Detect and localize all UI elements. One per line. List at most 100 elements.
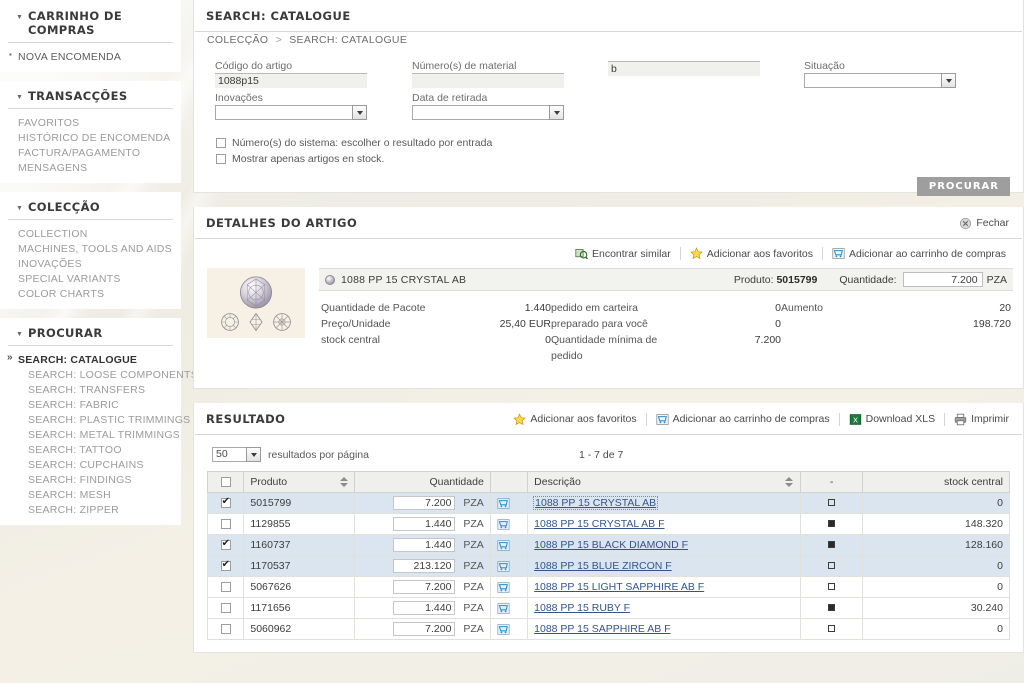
- table-row[interactable]: 1129855 1.440 PZA 1088 PP 15 CRYSTAL AB …: [206, 513, 1010, 535]
- row-descricao-cell[interactable]: 1088 PP 15 RUBY F: [527, 597, 801, 619]
- chevron-down-icon[interactable]: [549, 105, 564, 120]
- download-xls-button[interactable]: X Download XLS: [838, 412, 944, 426]
- chevron-down-icon[interactable]: [352, 105, 367, 120]
- chevron-down-icon[interactable]: [941, 73, 956, 88]
- situacao-select[interactable]: [804, 73, 956, 88]
- close-button[interactable]: Fechar: [950, 217, 1011, 230]
- cart-icon[interactable]: [497, 539, 510, 552]
- row-quantity-input[interactable]: 1.440: [393, 601, 456, 615]
- row-cart-cell[interactable]: [489, 492, 529, 514]
- checkbox-only-in-stock[interactable]: [216, 154, 226, 164]
- row-quantity-input[interactable]: 7.200: [393, 580, 456, 594]
- sort-icon[interactable]: [339, 477, 348, 488]
- row-checkbox[interactable]: [220, 603, 231, 613]
- result-add-to-favorites-button[interactable]: Adicionar aos favoritos: [504, 412, 645, 426]
- row-quantity-input[interactable]: 213.120: [393, 559, 456, 573]
- row-description-link[interactable]: 1088 PP 15 RUBY F: [534, 602, 630, 614]
- row-checkbox[interactable]: [220, 624, 231, 634]
- sidebar-item-factura-pagamento[interactable]: FACTURA/PAGAMENTO: [0, 145, 181, 160]
- row-select-cell[interactable]: [206, 576, 245, 598]
- find-similar-button[interactable]: Encontrar similar: [566, 247, 680, 260]
- article-thumbnail[interactable]: [207, 268, 305, 338]
- row-description-link[interactable]: 1088 PP 15 CRYSTAL AB: [533, 496, 659, 510]
- row-select-cell[interactable]: [206, 555, 245, 577]
- column-header-descricao[interactable]: Descrição: [527, 471, 801, 493]
- sidebar-panel-header[interactable]: ▼ CARRINHO DE COMPRAS: [8, 7, 173, 43]
- row-cart-cell[interactable]: [489, 513, 529, 535]
- sidebar-item-search-cupchains[interactable]: SEARCH: CUPCHAINS: [0, 457, 181, 472]
- sidebar-item-search-transfers[interactable]: SEARCH: TRANSFERS: [0, 382, 181, 397]
- column-header-produto[interactable]: Produto: [243, 471, 356, 493]
- sidebar-item-collection[interactable]: COLLECTION: [0, 226, 181, 241]
- table-row[interactable]: 5015799 7.200 PZA 1088 PP 1: [206, 492, 1010, 514]
- row-checkbox[interactable]: [220, 559, 231, 571]
- row-quantity-input[interactable]: 7.200: [393, 496, 456, 510]
- select-all-checkbox[interactable]: [220, 477, 231, 487]
- sidebar-item-search-metal-trimmings[interactable]: SEARCH: METAL TRIMMINGS: [0, 427, 181, 442]
- checkbox-only-in-stock-row[interactable]: Mostrar apenas artigos en stock.: [216, 153, 1010, 165]
- sidebar-panel-header[interactable]: ▼ COLECÇÃO: [8, 198, 173, 220]
- sort-icon[interactable]: [785, 477, 794, 488]
- sidebar-item-search-catalogue[interactable]: SEARCH: CATALOGUE: [0, 352, 181, 367]
- row-description-link[interactable]: 1088 PP 15 SAPPHIRE AB F: [534, 623, 670, 635]
- row-checkbox[interactable]: [220, 519, 231, 529]
- add-to-favorites-button[interactable]: Adicionar aos favoritos: [679, 247, 822, 260]
- row-checkbox[interactable]: [220, 496, 231, 508]
- material-numbers-input[interactable]: [412, 73, 564, 88]
- row-descricao-cell[interactable]: 1088 PP 15 BLUE ZIRCON F: [527, 555, 801, 577]
- row-checkbox[interactable]: [220, 538, 231, 550]
- procurar-button[interactable]: PROCURAR: [916, 177, 1010, 196]
- breadcrumb-root[interactable]: COLECÇÃO: [207, 34, 268, 46]
- data-retirada-select[interactable]: [412, 105, 564, 120]
- row-select-cell[interactable]: [206, 618, 245, 640]
- sidebar-panel-header[interactable]: ▼ TRANSACÇÕES: [8, 87, 173, 109]
- sidebar-item-color-charts[interactable]: COLOR CHARTS: [0, 286, 181, 301]
- sidebar-panel-header[interactable]: ▼ PROCURAR: [8, 324, 173, 346]
- sidebar-item-search-tattoo[interactable]: SEARCH: TATTOO: [0, 442, 181, 457]
- cart-icon[interactable]: [497, 560, 510, 573]
- column-header-select[interactable]: [206, 471, 245, 493]
- row-descricao-cell[interactable]: 1088 PP 15 BLACK DIAMOND F: [527, 534, 801, 556]
- print-button[interactable]: Imprimir: [944, 412, 1011, 426]
- row-checkbox[interactable]: [220, 582, 231, 592]
- sidebar-item-search-findings[interactable]: SEARCH: FINDINGS: [0, 472, 181, 487]
- sidebar-item-search-zipper[interactable]: SEARCH: ZIPPER: [0, 502, 181, 517]
- row-select-cell[interactable]: [206, 597, 245, 619]
- row-select-cell[interactable]: [206, 492, 245, 514]
- sidebar-item-machines-tools-aids[interactable]: MACHINES, TOOLS AND AIDS: [0, 241, 181, 256]
- row-quantity-input[interactable]: 1.440: [393, 517, 456, 531]
- inovacoes-select[interactable]: [215, 105, 367, 120]
- sidebar-item-nova-encomenda[interactable]: NOVA ENCOMENDA: [0, 49, 181, 64]
- row-descricao-cell[interactable]: 1088 PP 15 SAPPHIRE AB F: [527, 618, 801, 640]
- table-row[interactable]: 1171656 1.440 PZA 1088 PP 15 RUBY F 30.2…: [206, 597, 1010, 619]
- article-code-input[interactable]: [215, 73, 367, 88]
- sidebar-item-search-plastic-trimmings[interactable]: SEARCH: PLASTIC TRIMMINGS: [0, 412, 190, 427]
- sidebar-item-mensagens[interactable]: MENSAGENS: [0, 160, 181, 175]
- row-description-link[interactable]: 1088 PP 15 CRYSTAL AB F: [534, 518, 664, 530]
- row-description-link[interactable]: 1088 PP 15 BLACK DIAMOND F: [534, 539, 688, 551]
- sidebar-item-search-loose-components[interactable]: SEARCH: LOOSE COMPONENTS: [0, 367, 198, 382]
- sidebar-item-special-variants[interactable]: SPECIAL VARIANTS: [0, 271, 181, 286]
- row-descricao-cell[interactable]: 1088 PP 15 CRYSTAL AB F: [527, 513, 801, 535]
- unlabeled-input[interactable]: [608, 61, 760, 76]
- row-quantity-input[interactable]: 1.440: [393, 538, 456, 552]
- results-per-page-select[interactable]: 50: [212, 447, 261, 462]
- add-to-cart-button[interactable]: Adicionar ao carrinho de compras: [822, 247, 1008, 260]
- row-descricao-cell[interactable]: 1088 PP 15 CRYSTAL AB: [527, 492, 801, 514]
- table-row[interactable]: 1160737 1.440 PZA 1088 PP 1: [206, 534, 1010, 556]
- row-cart-cell[interactable]: [489, 576, 529, 598]
- row-cart-cell[interactable]: [489, 597, 529, 619]
- cart-icon[interactable]: [497, 623, 510, 636]
- result-add-to-cart-button[interactable]: Adicionar ao carrinho de compras: [645, 412, 839, 426]
- checkbox-system-numbers[interactable]: [216, 138, 226, 148]
- table-row[interactable]: 1170537 213.120 PZA 1088 PP: [206, 555, 1010, 577]
- row-description-link[interactable]: 1088 PP 15 LIGHT SAPPHIRE AB F: [534, 581, 704, 593]
- sidebar-item-inovacoes[interactable]: INOVAÇÕES: [0, 256, 181, 271]
- checkbox-system-numbers-row[interactable]: Número(s) do sistema: escolher o resulta…: [216, 137, 1010, 149]
- cart-icon[interactable]: [497, 518, 510, 531]
- row-select-cell[interactable]: [206, 534, 245, 556]
- row-cart-cell[interactable]: [489, 618, 529, 640]
- sidebar-item-search-mesh[interactable]: SEARCH: MESH: [0, 487, 181, 502]
- table-row[interactable]: 5060962 7.200 PZA 1088 PP 15 SAPPHIRE AB…: [206, 618, 1010, 640]
- row-cart-cell[interactable]: [489, 534, 529, 556]
